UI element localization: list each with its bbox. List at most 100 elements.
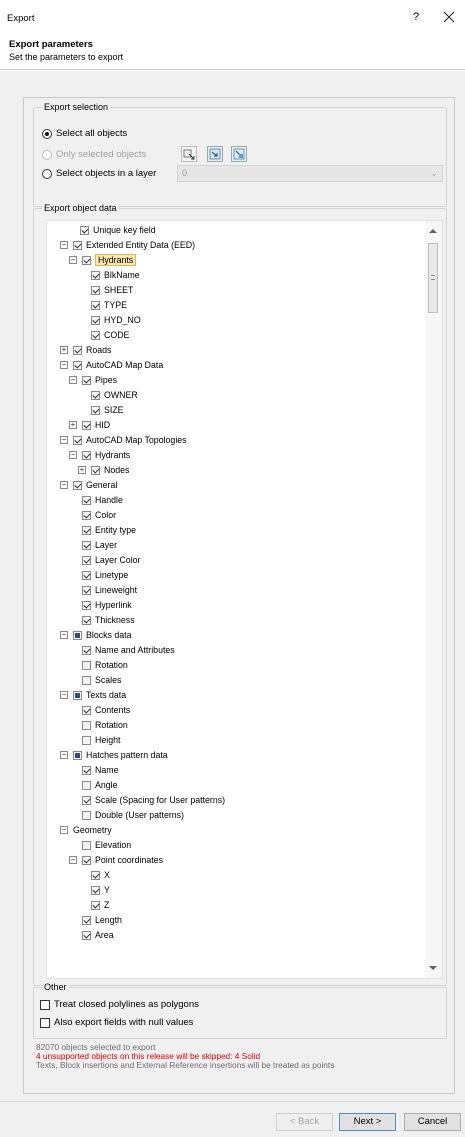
tree-item[interactable]: − Hatches pattern data [60, 748, 168, 762]
tree-item[interactable]: − AutoCAD Map Topologies [60, 433, 187, 447]
collapse-icon[interactable]: − [60, 826, 68, 834]
tree-item[interactable]: Unique key field [67, 223, 156, 237]
collapse-icon[interactable]: − [69, 451, 77, 459]
checkbox-icon[interactable] [91, 885, 100, 895]
tree-item[interactable]: Thickness [69, 613, 135, 627]
collapse-icon[interactable]: − [60, 631, 68, 639]
checkbox-icon[interactable] [82, 510, 91, 520]
collapse-icon[interactable]: − [69, 256, 77, 264]
checkbox-icon[interactable] [91, 900, 100, 910]
select-filter-button[interactable] [207, 146, 223, 162]
expand-icon[interactable]: + [69, 421, 77, 429]
checkbox-icon[interactable] [80, 225, 89, 235]
layer-dropdown[interactable]: 0 ⌄ [177, 165, 443, 182]
help-button[interactable]: ? [413, 11, 419, 23]
tree-item[interactable]: − AutoCAD Map Data [60, 358, 163, 372]
checkbox-icon[interactable] [73, 345, 82, 355]
checkbox-icon[interactable] [82, 735, 91, 745]
checkbox-icon[interactable] [91, 465, 100, 475]
checkbox-icon[interactable] [82, 705, 91, 715]
cancel-button[interactable]: Cancel [404, 1113, 461, 1131]
checkbox-icon[interactable] [82, 525, 91, 535]
tree-item[interactable]: + Roads [60, 343, 111, 357]
collapse-icon[interactable]: − [60, 481, 68, 489]
checkbox-icon[interactable] [82, 555, 91, 565]
scroll-thumb[interactable] [428, 243, 438, 313]
tree-item[interactable]: Scale (Spacing for User patterns) [69, 793, 225, 807]
close-icon[interactable] [440, 8, 458, 26]
tree-item[interactable]: Scales [69, 673, 121, 687]
tree-item[interactable]: Handle [69, 493, 123, 507]
checkbox-icon[interactable] [82, 795, 91, 805]
checkbox-icon[interactable] [82, 420, 91, 430]
null-values-checkbox[interactable]: Also export fields with null values [40, 1017, 193, 1028]
checkbox-icon[interactable] [82, 375, 91, 385]
tree-item[interactable]: + HID [69, 418, 110, 432]
checkbox-icon[interactable] [82, 660, 91, 670]
checkbox-icon[interactable] [82, 495, 91, 505]
select-in-layer-radio[interactable]: Select objects in a layer [42, 168, 156, 179]
collapse-icon[interactable]: − [60, 241, 68, 249]
tree-item[interactable]: Rotation [69, 718, 128, 732]
checkbox-icon[interactable] [91, 330, 100, 340]
checkbox-icon[interactable] [73, 360, 82, 370]
tree-item[interactable]: − Hydrants [69, 253, 137, 267]
checkbox-icon[interactable] [91, 390, 100, 400]
tree-item[interactable]: − Point coordinates [69, 853, 163, 867]
tree-item[interactable]: X [78, 868, 110, 882]
checkbox-icon[interactable] [82, 915, 91, 925]
scroll-up-icon[interactable] [429, 229, 437, 233]
checkbox-icon[interactable] [73, 750, 82, 760]
tree-item[interactable]: Rotation [69, 658, 128, 672]
tree-item[interactable]: Double (User patterns) [69, 808, 184, 822]
checkbox-icon[interactable] [91, 315, 100, 325]
checkbox-icon[interactable] [82, 780, 91, 790]
tree-item[interactable]: Lineweight [69, 583, 137, 597]
tree-item[interactable]: SIZE [78, 403, 124, 417]
tree-item[interactable]: Area [69, 928, 114, 942]
checkbox-icon[interactable] [82, 765, 91, 775]
checkbox-icon[interactable] [82, 570, 91, 580]
select-all-radio[interactable]: Select all objects [42, 128, 127, 139]
tree-item[interactable]: − Pipes [69, 373, 117, 387]
collapse-icon[interactable]: − [69, 376, 77, 384]
tree-item[interactable]: + Nodes [78, 463, 129, 477]
next-button[interactable]: Next > [339, 1113, 396, 1131]
tree-item[interactable]: Layer Color [69, 553, 140, 567]
tree-item[interactable]: SHEET [78, 283, 133, 297]
expand-icon[interactable]: + [60, 346, 68, 354]
tree-item[interactable]: CODE [78, 328, 129, 342]
tree-item[interactable]: OWNER [78, 388, 138, 402]
checkbox-icon[interactable] [82, 645, 91, 655]
checkbox-icon[interactable] [82, 840, 91, 850]
checkbox-icon[interactable] [82, 930, 91, 940]
tree-item[interactable]: Y [78, 883, 110, 897]
back-button[interactable]: < Back [276, 1113, 333, 1131]
tree-item[interactable]: − Texts data [60, 688, 126, 702]
tree-item[interactable]: − Blocks data [60, 628, 131, 642]
tree-scrollbar[interactable] [425, 221, 442, 978]
tree-item[interactable]: Length [69, 913, 122, 927]
checkbox-icon[interactable] [82, 675, 91, 685]
tree-item[interactable]: Entity type [69, 523, 136, 537]
checkbox-icon[interactable] [73, 435, 82, 445]
tree-item[interactable]: − General [60, 478, 117, 492]
checkbox-icon[interactable] [82, 540, 91, 550]
checkbox-icon[interactable] [91, 870, 100, 880]
checkbox-icon[interactable] [73, 690, 82, 700]
checkbox-icon[interactable] [73, 240, 82, 250]
checkbox-icon[interactable] [82, 615, 91, 625]
checkbox-icon[interactable] [82, 450, 91, 460]
checkbox-icon[interactable] [91, 405, 100, 415]
tree-item[interactable]: Linetype [69, 568, 128, 582]
collapse-icon[interactable]: − [69, 856, 77, 864]
tree-item[interactable]: Name and Attributes [69, 643, 175, 657]
checkbox-icon[interactable] [73, 630, 82, 640]
tree-item[interactable]: Hyperlink [69, 598, 132, 612]
checkbox-icon[interactable] [91, 285, 100, 295]
tree-item[interactable]: Color [69, 508, 116, 522]
checkbox-icon[interactable] [82, 255, 91, 265]
checkbox-icon[interactable] [82, 585, 91, 595]
collapse-icon[interactable]: − [60, 361, 68, 369]
tree-item[interactable]: BlkName [78, 268, 140, 282]
